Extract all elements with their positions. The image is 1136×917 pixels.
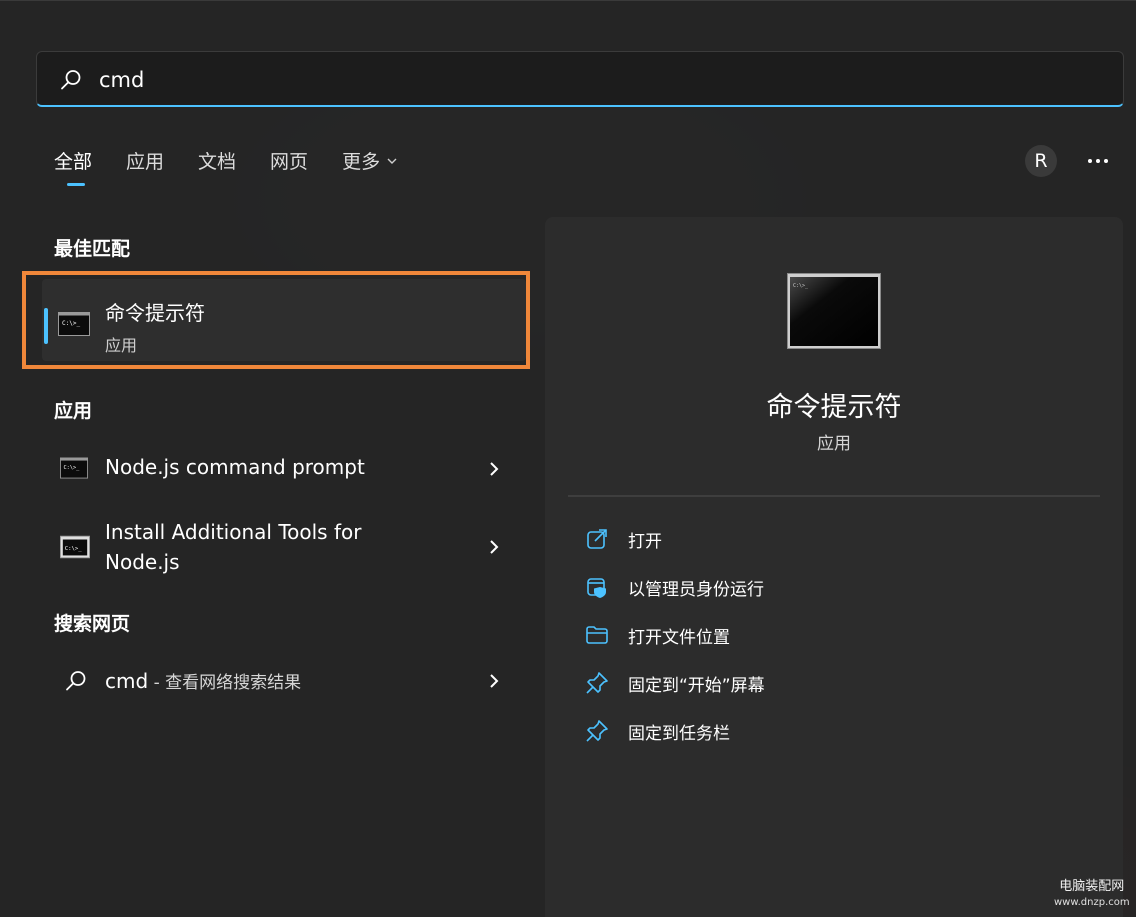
web-search-text: cmd - 查看网络搜索结果 — [105, 668, 301, 693]
chevron-right-icon[interactable] — [488, 538, 500, 556]
detail-title: 命令提示符 — [766, 392, 902, 423]
svg-text:C:\>_: C:\>_ — [62, 320, 80, 327]
detail-pane: C:\>_ 命令提示符 应用 打开 以管理员身份运行 打开文件位置 固定到“开始… — [545, 217, 1123, 917]
selection-indicator — [44, 308, 48, 344]
divider — [568, 495, 1100, 497]
user-avatar[interactable]: R — [1025, 145, 1057, 177]
svg-text:C:\>_: C:\>_ — [65, 546, 83, 552]
app-item-title: Install Additional Tools for Node.js — [105, 517, 361, 577]
more-options-icon[interactable] — [1086, 151, 1110, 171]
watermark: 电脑装配网 www.dnzp.com — [1054, 879, 1130, 911]
start-search-panel: 全部 应用 文档 网页 更多 R 最佳匹配 C:\>_ 命令提示符 应用 应用 — [0, 0, 1136, 917]
action-label: 固定到“开始”屏幕 — [628, 675, 765, 696]
svg-text:C:\>_: C:\>_ — [793, 283, 809, 289]
tab-apps[interactable]: 应用 — [126, 147, 164, 186]
action-pin-to-start[interactable]: 固定到“开始”屏幕 — [585, 668, 765, 698]
search-icon — [61, 70, 81, 90]
tab-all[interactable]: 全部 — [54, 147, 92, 186]
section-title-web-search: 搜索网页 — [54, 613, 131, 635]
action-label: 打开 — [628, 531, 662, 552]
action-open[interactable]: 打开 — [585, 524, 662, 554]
app-item-node-prompt[interactable]: C:\>_ Node.js command prompt — [44, 441, 524, 495]
detail-subtitle: 应用 — [817, 434, 851, 454]
action-open-file-location[interactable]: 打开文件位置 — [585, 620, 730, 650]
action-label: 打开文件位置 — [628, 627, 730, 648]
pin-icon — [586, 720, 608, 742]
pin-icon — [586, 672, 608, 694]
command-prompt-icon: C:\>_ — [60, 535, 90, 559]
action-pin-to-taskbar[interactable]: 固定到任务栏 — [585, 716, 730, 746]
app-item-title-line1: Install Additional Tools for — [105, 520, 362, 544]
watermark-url: www.dnzp.com — [1054, 897, 1130, 908]
tab-all-label: 全部 — [54, 151, 93, 173]
tab-web-label: 网页 — [270, 151, 309, 173]
search-box[interactable] — [36, 51, 1124, 107]
tab-more[interactable]: 更多 — [342, 147, 398, 186]
search-icon — [66, 671, 86, 691]
svg-text:C:\>_: C:\>_ — [64, 465, 81, 471]
best-match-title: 命令提示符 — [105, 301, 205, 325]
command-prompt-icon: C:\>_ — [58, 312, 90, 336]
open-external-icon — [587, 529, 607, 549]
tab-more-label: 更多 — [342, 151, 381, 173]
best-match-text: 命令提示符 应用 — [105, 297, 585, 356]
app-item-title: Node.js command prompt — [105, 455, 365, 479]
app-item-title-line2: Node.js — [105, 550, 180, 574]
tab-apps-label: 应用 — [126, 151, 165, 173]
folder-icon — [586, 626, 608, 644]
chevron-right-icon[interactable] — [488, 460, 500, 478]
tab-documents-label: 文档 — [198, 151, 237, 173]
command-prompt-icon: C:\>_ — [60, 457, 88, 479]
web-search-suffix: - 查看网络搜索结果 — [148, 673, 302, 693]
run-as-admin-icon — [587, 578, 606, 598]
chevron-right-icon[interactable] — [488, 672, 500, 690]
watermark-title: 电脑装配网 — [1059, 879, 1125, 894]
action-label: 固定到任务栏 — [628, 723, 730, 744]
command-prompt-large-icon: C:\>_ — [787, 273, 881, 349]
search-input[interactable] — [97, 62, 1001, 98]
tab-web[interactable]: 网页 — [270, 147, 308, 186]
action-label: 以管理员身份运行 — [628, 579, 764, 600]
section-title-best-match: 最佳匹配 — [54, 238, 131, 260]
web-search-item[interactable]: cmd - 查看网络搜索结果 — [44, 655, 524, 709]
chevron-down-icon — [387, 158, 397, 164]
best-match-subtitle: 应用 — [105, 336, 138, 355]
web-search-query: cmd — [105, 669, 149, 693]
action-run-as-admin[interactable]: 以管理员身份运行 — [585, 572, 764, 602]
section-title-apps: 应用 — [54, 400, 93, 422]
app-item-install-tools[interactable]: C:\>_ Install Additional Tools for Node.… — [44, 511, 524, 581]
filter-tabs: 全部 应用 文档 网页 更多 — [54, 147, 398, 186]
tab-documents[interactable]: 文档 — [198, 147, 236, 186]
